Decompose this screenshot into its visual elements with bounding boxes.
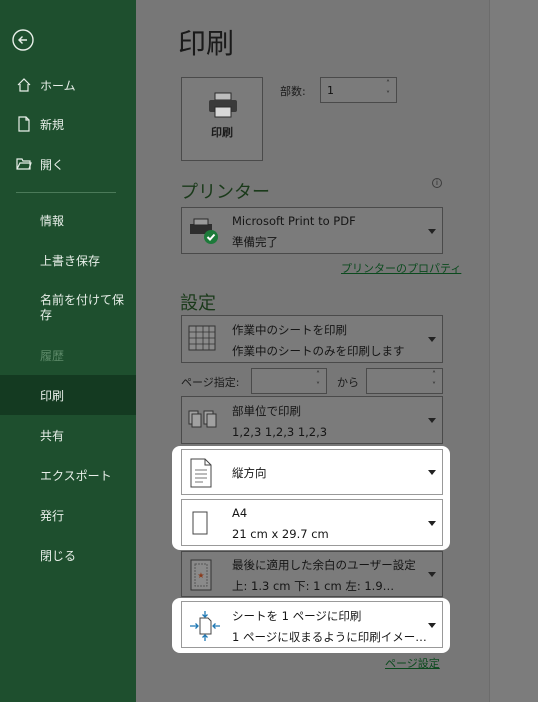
copies-stepper-arrows[interactable]: ˄ ˅ <box>380 78 396 102</box>
chevron-up-icon[interactable]: ˄ <box>310 369 326 380</box>
copies-label: 部数: <box>280 85 306 98</box>
sidebar-item-label: 閉じる <box>40 548 77 563</box>
sidebar-item-info[interactable]: 情報 <box>0 200 136 240</box>
collated-pages-icon <box>188 410 217 428</box>
sidebar-item-label: 共有 <box>40 428 65 443</box>
chevron-down-icon <box>428 470 436 475</box>
chevron-down-icon <box>428 521 436 526</box>
pages-to-spinner[interactable]: ˄ ˅ <box>366 368 443 394</box>
copies-value: 1 <box>327 84 334 97</box>
sidebar-item-label: 情報 <box>40 213 65 228</box>
sidebar-item-share[interactable]: 共有 <box>0 415 136 455</box>
orientation-label: 縦方向 <box>232 466 267 480</box>
print-button[interactable]: 印刷 <box>181 77 263 161</box>
sidebar-item-save-as[interactable]: 名前を付けて保存 <box>0 287 136 331</box>
sidebar-item-label: 発行 <box>40 508 65 523</box>
sidebar-item-save[interactable]: 上書き保存 <box>0 240 136 280</box>
printer-dropdown[interactable]: Microsoft Print to PDF 準備完了 <box>181 207 443 254</box>
collate-dropdown[interactable]: 部単位で印刷 1,2,3 1,2,3 1,2,3 <box>181 396 443 444</box>
sidebar-item-label: 上書き保存 <box>40 253 101 268</box>
sidebar-item-history: 履歴 <box>0 335 136 375</box>
sidebar-item-label: 開く <box>40 157 65 172</box>
home-icon <box>17 78 31 92</box>
collate-line1: 部単位で印刷 <box>232 404 301 418</box>
collate-line2: 1,2,3 1,2,3 1,2,3 <box>232 425 328 439</box>
scaling-line1: シートを 1 ページに印刷 <box>232 609 362 623</box>
chevron-down-icon[interactable]: ˅ <box>426 380 442 391</box>
margins-icon: ★ <box>190 559 212 591</box>
print-button-label: 印刷 <box>211 126 233 139</box>
printer-status: 準備完了 <box>232 235 278 249</box>
fit-to-page-icon <box>190 611 220 641</box>
sidebar-item-label: ホーム <box>40 78 76 93</box>
sidebar-item-label: 新規 <box>40 117 65 132</box>
scaling-line2: 1 ページに収まるように印刷イメー… <box>232 630 427 644</box>
sidebar-item-export[interactable]: エクスポート <box>0 455 136 495</box>
paper-size-dropdown[interactable]: A4 21 cm x 29.7 cm <box>181 499 443 546</box>
margins-line2: 上: 1.3 cm 下: 1 cm 左: 1.9… <box>232 579 395 593</box>
pages-label: ページ指定: <box>181 376 240 389</box>
portrait-orientation-icon <box>190 458 212 488</box>
new-document-icon <box>18 116 30 132</box>
chevron-up-icon[interactable]: ˄ <box>380 78 396 89</box>
printer-ready-icon <box>190 218 218 244</box>
folder-open-icon <box>16 158 32 170</box>
pages-from-spinner[interactable]: ˄ ˅ <box>251 368 327 394</box>
margins-line1: 最後に適用した余白のユーザー設定 <box>232 558 416 572</box>
paper-size-dimensions: 21 cm x 29.7 cm <box>232 527 329 541</box>
sidebar-item-print[interactable]: 印刷 <box>0 375 136 415</box>
svg-text:★: ★ <box>197 571 204 580</box>
pages-to-label: から <box>337 376 359 389</box>
scaling-dropdown[interactable]: シートを 1 ページに印刷 1 ページに収まるように印刷イメー… <box>181 601 443 648</box>
printer-icon <box>209 92 237 118</box>
settings-section-heading: 設定 <box>180 293 216 314</box>
sidebar-divider <box>16 192 116 193</box>
chevron-down-icon <box>428 229 436 234</box>
page-setup-link[interactable]: ページ設定 <box>385 655 440 671</box>
print-what-line2: 作業中のシートのみを印刷します <box>232 344 405 358</box>
sidebar-item-close[interactable]: 閉じる <box>0 535 136 575</box>
sidebar-item-home[interactable]: ホーム <box>0 65 136 105</box>
chevron-down-icon[interactable]: ˅ <box>380 89 396 100</box>
margins-dropdown[interactable]: ★ 最後に適用した余白のユーザー設定 上: 1.3 cm 下: 1 cm 左: … <box>181 551 443 597</box>
back-arrow-icon[interactable] <box>12 29 34 51</box>
sidebar-item-label: 名前を付けて保存 <box>40 293 125 322</box>
sidebar-item-open[interactable]: 開く <box>0 144 136 184</box>
printer-section-heading: プリンター <box>180 182 270 203</box>
print-what-dropdown[interactable]: 作業中のシートを印刷 作業中のシートのみを印刷します <box>181 315 443 363</box>
chevron-down-icon[interactable]: ˅ <box>310 380 326 391</box>
pages-to-stepper-arrows[interactable]: ˄ ˅ <box>426 369 442 393</box>
sheet-grid-icon <box>188 325 216 351</box>
page-title: 印刷 <box>178 27 235 60</box>
sidebar-item-publish[interactable]: 発行 <box>0 495 136 535</box>
chevron-down-icon <box>428 623 436 628</box>
chevron-down-icon <box>428 337 436 342</box>
paper-size-icon <box>192 511 208 535</box>
printer-name: Microsoft Print to PDF <box>232 214 356 228</box>
chevron-down-icon <box>428 572 436 577</box>
chevron-up-icon[interactable]: ˄ <box>426 369 442 380</box>
copies-spinner[interactable]: 1 ˄ ˅ <box>320 77 397 103</box>
sidebar-item-new[interactable]: 新規 <box>0 104 136 144</box>
sidebar-item-label: 履歴 <box>40 348 65 363</box>
info-icon[interactable]: i <box>432 178 442 188</box>
sidebar-item-label: エクスポート <box>40 468 112 483</box>
printer-properties-link[interactable]: プリンターのプロパティ <box>341 260 461 276</box>
sidebar-item-label: 印刷 <box>40 388 65 403</box>
print-what-line1: 作業中のシートを印刷 <box>232 323 347 337</box>
backstage-sidebar: ホーム 新規 開く 情報 上書き保存 名前を付けて保存 履歴 印刷 共有 エクス… <box>0 0 136 702</box>
orientation-dropdown[interactable]: 縦方向 <box>181 449 443 495</box>
paper-size-name: A4 <box>232 506 248 520</box>
pages-from-stepper-arrows[interactable]: ˄ ˅ <box>310 369 326 393</box>
print-preview-pane <box>489 0 538 702</box>
chevron-down-icon <box>428 418 436 423</box>
